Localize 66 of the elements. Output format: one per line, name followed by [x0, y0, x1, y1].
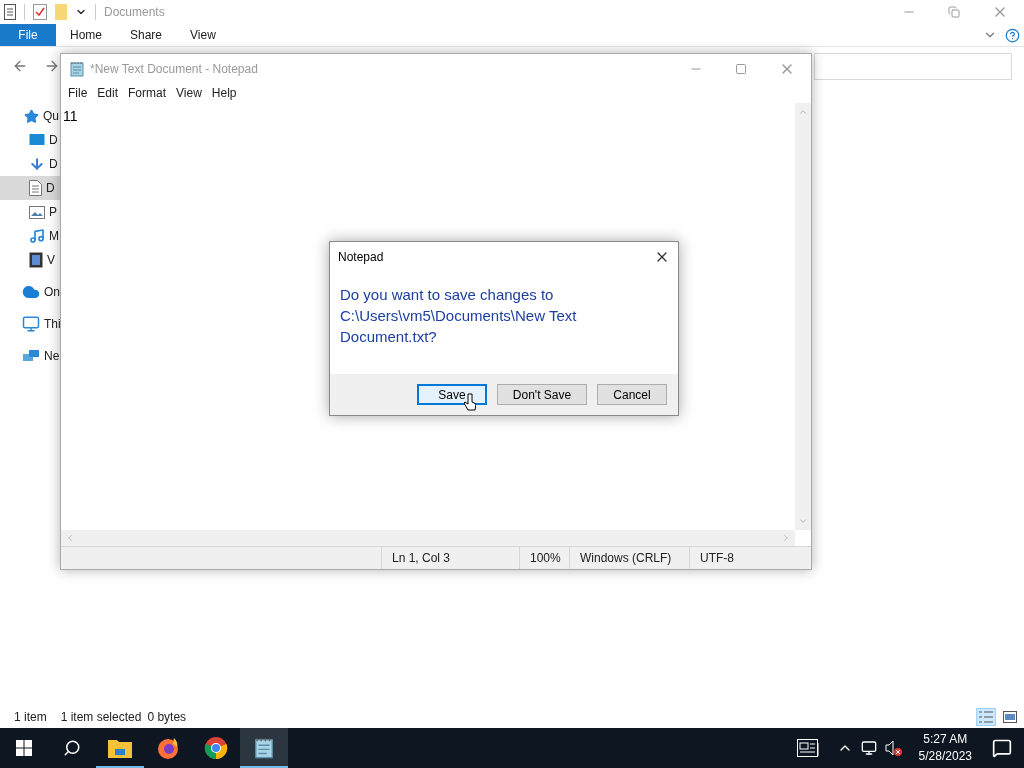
item-count: 1 item	[14, 709, 47, 726]
clock-time[interactable]: 5:27 AM	[923, 731, 968, 748]
nav-item[interactable]: D	[0, 152, 60, 176]
menu-item[interactable]: View	[171, 84, 207, 102]
nav-item[interactable]: On	[0, 280, 60, 304]
notification-icon[interactable]	[992, 738, 1012, 758]
nav-item[interactable]: D	[0, 176, 60, 200]
nav-item[interactable]: Thi	[0, 312, 60, 336]
network-icon	[22, 348, 40, 364]
menu-item[interactable]: File	[63, 84, 93, 102]
size-status: 0 bytes	[147, 709, 187, 726]
notepad-icon	[253, 737, 275, 759]
status-field: Windows (CRLF)	[569, 547, 689, 569]
star-icon	[24, 108, 39, 124]
cloud-icon	[22, 283, 40, 301]
ribbon-tab[interactable]: Share	[116, 24, 177, 46]
download-icon	[29, 156, 45, 172]
firefox-icon	[156, 736, 180, 760]
taskbar-app[interactable]	[240, 728, 288, 768]
large-icons-view-button[interactable]	[1000, 708, 1020, 726]
news-icon[interactable]	[796, 739, 821, 757]
dialog-title: Notepad	[338, 249, 384, 266]
status-field: UTF-8	[689, 547, 799, 569]
pictures-icon	[29, 205, 45, 219]
menu-item[interactable]: Format	[123, 84, 172, 102]
music-note-icon	[29, 228, 45, 244]
file-tab[interactable]: File	[0, 24, 56, 46]
status-field: 100%	[519, 547, 569, 569]
dialog-button[interactable]: Don't Save	[497, 384, 587, 405]
chrome-icon	[204, 736, 228, 760]
nav-item[interactable]: P	[0, 200, 60, 224]
ribbon-tab[interactable]: View	[176, 24, 230, 46]
dialog-message: Do you want to save changes to C:\Users\vm5\Documents\New Text Document.txt?	[340, 285, 578, 347]
checklist-icon[interactable]	[33, 4, 47, 20]
volume-icon[interactable]	[884, 740, 903, 756]
nav-item[interactable]: V	[0, 248, 60, 272]
document-text[interactable]: 11	[63, 108, 78, 124]
menu-item[interactable]: Edit	[92, 84, 124, 102]
search-icon	[63, 739, 81, 757]
document-icon[interactable]	[4, 4, 16, 20]
desktop-icon	[29, 133, 45, 147]
address-field[interactable]	[814, 52, 1012, 80]
clock-date[interactable]: 5/28/2023	[918, 748, 972, 765]
forward-arrow-icon[interactable]	[44, 58, 60, 74]
mouse-cursor-icon	[464, 393, 476, 412]
selection-status: 1 item selected	[60, 709, 142, 726]
maximize-icon[interactable]	[735, 62, 747, 75]
folder-icon	[108, 738, 132, 758]
nav-item[interactable]: M	[0, 224, 60, 248]
network-icon[interactable]	[860, 740, 877, 756]
status-field: Ln 1, Col 3	[381, 547, 519, 569]
nav-item[interactable]: Ne	[0, 344, 60, 368]
help-icon[interactable]	[1005, 27, 1020, 43]
nav-item[interactable]: D	[0, 128, 60, 152]
windows-logo-icon	[16, 740, 32, 756]
dialog-button[interactable]: Cancel	[597, 384, 667, 405]
window-title: Documents	[104, 4, 165, 21]
menu-item[interactable]: Help	[206, 84, 242, 102]
document-icon	[29, 180, 42, 196]
monitor-icon	[22, 315, 40, 333]
notepad-icon	[69, 60, 85, 77]
nav-item[interactable]: Qu	[0, 104, 60, 128]
dialog-button[interactable]: Save	[417, 384, 487, 405]
film-icon	[29, 252, 43, 268]
window-title: *New Text Document - Notepad	[90, 60, 258, 78]
ribbon-tab[interactable]: Home	[56, 24, 116, 46]
